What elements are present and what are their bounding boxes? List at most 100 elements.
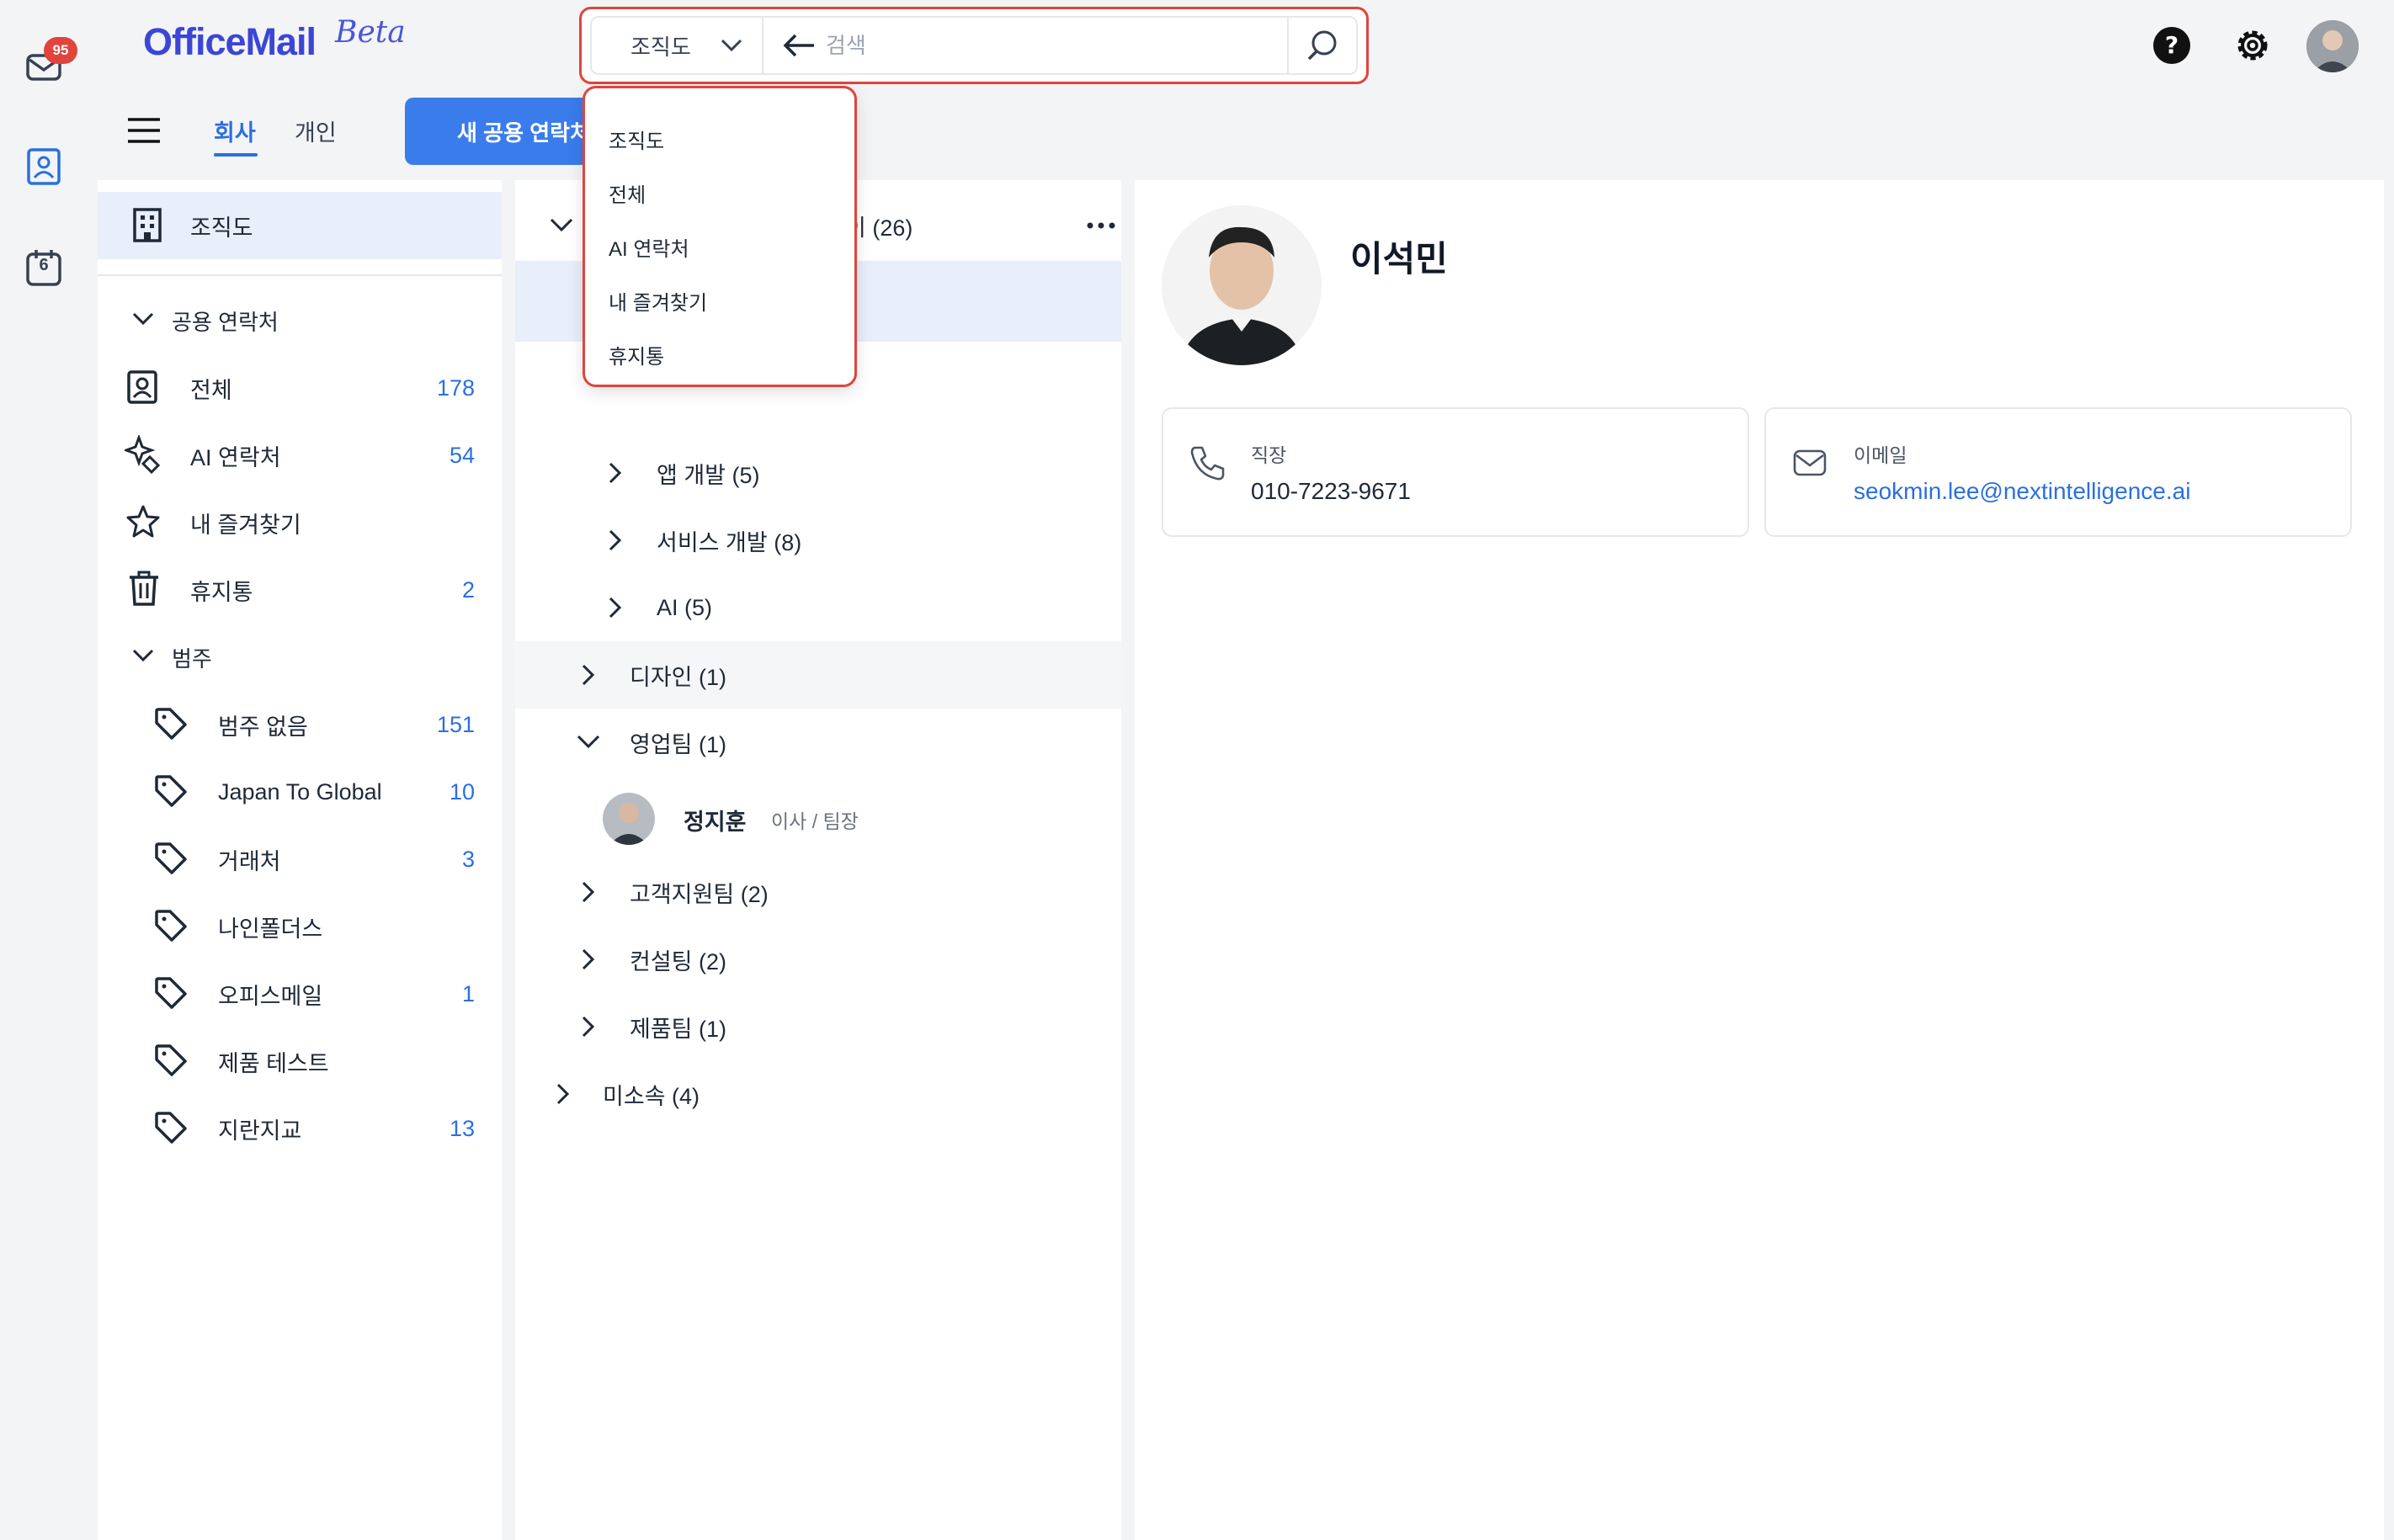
calendar-app-button[interactable]: 6 bbox=[20, 244, 67, 291]
trash-icon bbox=[130, 571, 158, 606]
search-input[interactable] bbox=[826, 32, 1287, 59]
search-scope-select[interactable]: 조직도 bbox=[592, 18, 763, 73]
phone-card[interactable]: 직장 010-7223-9671 bbox=[1162, 407, 1749, 537]
category-item[interactable]: 범주 없음 151 bbox=[98, 691, 502, 758]
contact-name: 이석민 bbox=[1350, 239, 1448, 279]
sidebar-item-label: 내 즐겨찾기 bbox=[190, 512, 301, 538]
calendar-day: 6 bbox=[39, 256, 49, 274]
help-icon: ? bbox=[2153, 27, 2190, 64]
sidebar: 조직도 공용 연락처 전체 178 AI 연락처 54 내 즐겨찾기 휴지통 2… bbox=[98, 180, 502, 1540]
contacts-icon bbox=[27, 148, 61, 185]
category-label: 나인폴더스 bbox=[218, 916, 323, 942]
sidebar-item-label: AI 연락처 bbox=[190, 444, 281, 470]
item-count: 10 bbox=[449, 778, 475, 805]
sidebar-item-org-chart[interactable]: 조직도 bbox=[98, 192, 502, 259]
chevron-right-icon bbox=[582, 948, 595, 970]
user-avatar[interactable] bbox=[2306, 20, 2359, 72]
phone-label: 직장 bbox=[1251, 444, 1287, 466]
phone-value[interactable]: 010-7223-9671 bbox=[1251, 478, 1411, 505]
tree-node-label: 컨설팅 (2) bbox=[630, 948, 727, 974]
chevron-right-icon bbox=[609, 529, 622, 551]
sidebar-item-trash[interactable]: 휴지통 2 bbox=[98, 556, 502, 624]
scope-option-favorites[interactable]: 내 즐겨찾기 bbox=[585, 273, 854, 327]
tree-node-label: 앱 개발 (5) bbox=[657, 462, 760, 488]
tree-node[interactable]: 앱 개발 (5) bbox=[515, 439, 1121, 507]
active-tab-indicator bbox=[214, 153, 258, 157]
tree-node[interactable]: 제품팀 (1) bbox=[515, 993, 1121, 1060]
tree-node[interactable]: 고객지원팀 (2) bbox=[515, 858, 1121, 926]
member-row[interactable]: 정지훈 이사 / 팀장 bbox=[515, 781, 1121, 858]
category-label: 범주 없음 bbox=[218, 714, 308, 740]
category-label: 거래처 bbox=[218, 848, 281, 874]
chevron-right-icon bbox=[582, 881, 595, 903]
search-scope-value: 조직도 bbox=[630, 34, 691, 60]
new-shared-contact-button[interactable]: 새 공용 연락처 bbox=[405, 98, 607, 165]
contact-photo bbox=[1162, 205, 1322, 365]
item-count: 178 bbox=[436, 374, 475, 401]
category-item[interactable]: 지란지교 13 bbox=[98, 1095, 502, 1162]
tree-node-label: 고객지원팀 (2) bbox=[630, 881, 769, 907]
tag-icon bbox=[155, 708, 187, 740]
sidebar-item-all[interactable]: 전체 178 bbox=[98, 354, 502, 422]
category-item[interactable]: Japan To Global 10 bbox=[98, 758, 502, 826]
tag-icon bbox=[155, 1112, 187, 1144]
chevron-right-icon bbox=[609, 462, 622, 484]
email-link[interactable]: seokmin.lee@nextintelligence.ai bbox=[1854, 478, 2190, 505]
chevron-right-icon bbox=[582, 1016, 595, 1038]
category-label: Japan To Global bbox=[218, 778, 382, 805]
category-item[interactable]: 제품 테스트 bbox=[98, 1028, 502, 1095]
tree-node[interactable]: 미소속 (4) bbox=[515, 1060, 1121, 1128]
app-logo[interactable]: OfficeMail bbox=[143, 20, 317, 64]
email-card[interactable]: 이메일 seokmin.lee@nextintelligence.ai bbox=[1764, 407, 2352, 537]
scope-option-org[interactable]: 조직도 bbox=[585, 112, 854, 166]
tree-node[interactable]: 컨설팅 (2) bbox=[515, 926, 1121, 993]
chevron-down-icon bbox=[577, 735, 600, 749]
phone-icon bbox=[1190, 446, 1225, 481]
tag-icon bbox=[155, 1044, 187, 1076]
section-label: 범주 bbox=[172, 645, 212, 672]
building-icon bbox=[133, 208, 162, 242]
scope-option-trash[interactable]: 휴지통 bbox=[585, 327, 854, 381]
category-item[interactable]: 거래처 3 bbox=[98, 826, 502, 893]
unread-badge: 95 bbox=[44, 37, 77, 64]
tree-node[interactable]: AI (5) bbox=[515, 574, 1121, 641]
tab-company[interactable]: 회사 bbox=[214, 114, 256, 147]
scope-option-ai[interactable]: AI 연락처 bbox=[585, 220, 854, 273]
contacts-app-button[interactable] bbox=[20, 143, 67, 190]
tag-icon bbox=[155, 775, 187, 807]
search-icon bbox=[1307, 30, 1337, 61]
tab-personal[interactable]: 개인 bbox=[295, 114, 337, 147]
envelope-icon bbox=[1793, 449, 1827, 476]
category-label: 제품 테스트 bbox=[218, 1050, 329, 1076]
more-options-icon[interactable] bbox=[1086, 222, 1116, 229]
sidebar-item-favorites[interactable]: 내 즐겨찾기 bbox=[98, 489, 502, 556]
tree-node[interactable]: 영업팀 (1) bbox=[515, 709, 1121, 776]
category-item[interactable]: 나인폴더스 bbox=[98, 893, 502, 960]
help-button[interactable]: ? bbox=[2148, 22, 2195, 69]
item-count: 54 bbox=[449, 442, 475, 468]
tag-icon bbox=[155, 977, 187, 1009]
item-count: 3 bbox=[461, 846, 475, 872]
tag-icon bbox=[155, 910, 187, 942]
member-title: 이사 / 팀장 bbox=[771, 810, 859, 832]
category-item[interactable]: 오피스메일 1 bbox=[98, 960, 502, 1028]
settings-button[interactable] bbox=[2229, 22, 2276, 69]
member-avatar bbox=[603, 793, 655, 845]
back-arrow-icon[interactable] bbox=[782, 33, 816, 58]
svg-text:?: ? bbox=[2165, 31, 2179, 59]
sidebar-item-label: 전체 bbox=[190, 377, 232, 403]
chevron-down-icon bbox=[132, 312, 154, 326]
scope-option-all[interactable]: 전체 bbox=[585, 166, 854, 220]
item-count: 13 bbox=[449, 1115, 475, 1141]
tree-node[interactable]: 디자인 (1) bbox=[515, 641, 1121, 709]
tag-icon bbox=[155, 842, 187, 874]
menu-toggle-button[interactable] bbox=[126, 116, 162, 146]
tree-node-label: 제품팀 (1) bbox=[630, 1016, 727, 1042]
sidebar-item-ai-contacts[interactable]: AI 연락처 54 bbox=[98, 422, 502, 489]
section-shared-contacts[interactable]: 공용 연락처 bbox=[98, 287, 502, 354]
search-button[interactable] bbox=[1287, 18, 1356, 73]
tree-node[interactable]: 서비스 개발 (8) bbox=[515, 507, 1121, 574]
section-categories[interactable]: 범주 bbox=[98, 624, 502, 691]
search-bar: 조직도 bbox=[579, 7, 1369, 84]
chevron-right-icon bbox=[556, 1083, 570, 1105]
